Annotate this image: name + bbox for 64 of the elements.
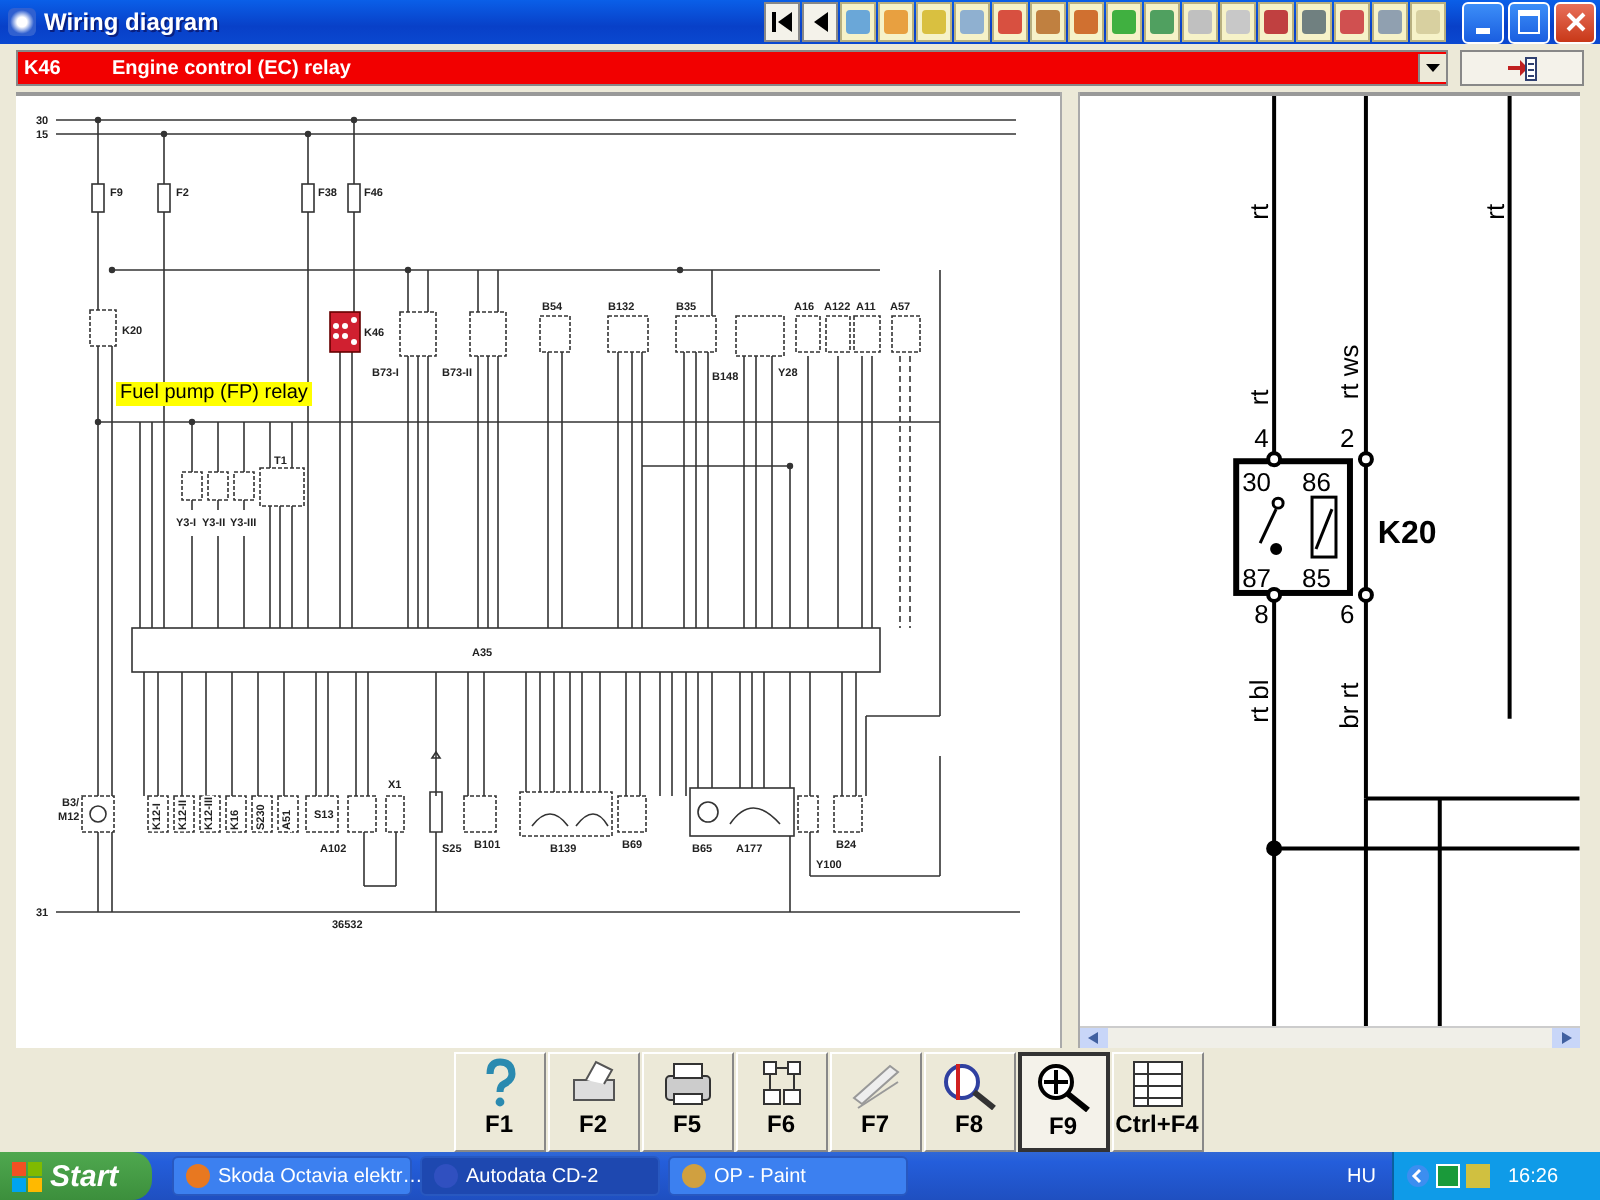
wire-label: rt bl [1244,679,1275,723]
wire-label: 8 [1254,598,1269,629]
horizontal-scrollbar[interactable] [1080,1026,1580,1048]
wire-label: 86 [1302,467,1331,498]
tool-icon[interactable] [1334,2,1370,42]
function-key-button[interactable]: F9 [1017,1052,1109,1152]
component-dropdown[interactable]: K46 Engine control (EC) relay [16,50,1448,86]
function-key-button[interactable]: F2 [547,1052,639,1152]
wire-label: 30 [1242,467,1272,498]
function-key-button[interactable]: F6 [735,1052,827,1152]
close-button[interactable] [1554,1,1596,43]
first-page-icon [770,10,794,34]
callout-label: Fuel pump (FP) relay [116,382,312,406]
function-key-button[interactable]: F1 [453,1052,545,1152]
wire-label: rt [1244,203,1275,220]
function-key-button[interactable]: F5 [641,1052,733,1152]
tool-icon[interactable] [1182,2,1218,42]
tool-icon[interactable] [1144,2,1180,42]
tool-icon[interactable] [1030,2,1066,42]
windows-logo-icon [12,1161,42,1191]
app-icon [8,8,36,36]
wire-label: 6 [1340,598,1355,629]
first-page-button[interactable] [764,2,800,42]
tray-icon[interactable] [1436,1164,1460,1188]
arrow-into-document-icon [1506,54,1538,82]
tool-icon[interactable] [1410,2,1446,42]
scroll-left-icon[interactable] [1088,1032,1100,1044]
scroll-right-icon[interactable] [1560,1032,1572,1044]
splitter-bar[interactable] [1060,92,1080,1048]
tool-icon[interactable] [916,2,952,42]
function-key-button[interactable]: F7 [829,1052,921,1152]
wire-label: 2 [1340,423,1355,454]
tool-icon[interactable] [1106,2,1142,42]
tool-icon[interactable] [992,2,1028,42]
function-key-button[interactable]: F8 [923,1052,1015,1152]
wire-label: 87 [1242,562,1272,593]
minimize-button[interactable] [1462,1,1504,43]
tool-icon[interactable] [1296,2,1332,42]
tool-icon[interactable] [1372,2,1408,42]
clock: 16:26 [1508,1165,1559,1187]
language-indicator[interactable]: HU [1347,1165,1376,1187]
close-icon [1565,12,1585,32]
taskbar-button[interactable]: Autodata CD-2 [420,1156,660,1196]
wire-label: 85 [1302,562,1331,593]
tool-icon[interactable] [1220,2,1256,42]
function-key-button[interactable]: Ctrl+F4 [1111,1052,1203,1152]
taskbar-button[interactable]: OP - Paint [668,1156,908,1196]
tool-icon[interactable] [954,2,990,42]
maximize-button[interactable] [1508,1,1550,43]
zoom-icon [1033,1060,1093,1112]
window-title: Wiring diagram [44,8,221,36]
wire-label: rt [1479,203,1510,220]
list-icon [1127,1058,1187,1110]
tool-icon[interactable] [1068,2,1104,42]
wire-label: rt [1244,389,1275,406]
inspect-icon [939,1058,999,1110]
tool-icon[interactable] [1258,2,1294,42]
tool-icon[interactable] [878,2,914,42]
wire-label: 4 [1254,423,1269,454]
wire-label: br rt [1333,682,1364,729]
wire-label: rt ws [1333,344,1364,400]
exit-button[interactable] [1460,50,1584,86]
back-button[interactable] [802,2,838,42]
relay-label: K20 [1377,517,1437,552]
